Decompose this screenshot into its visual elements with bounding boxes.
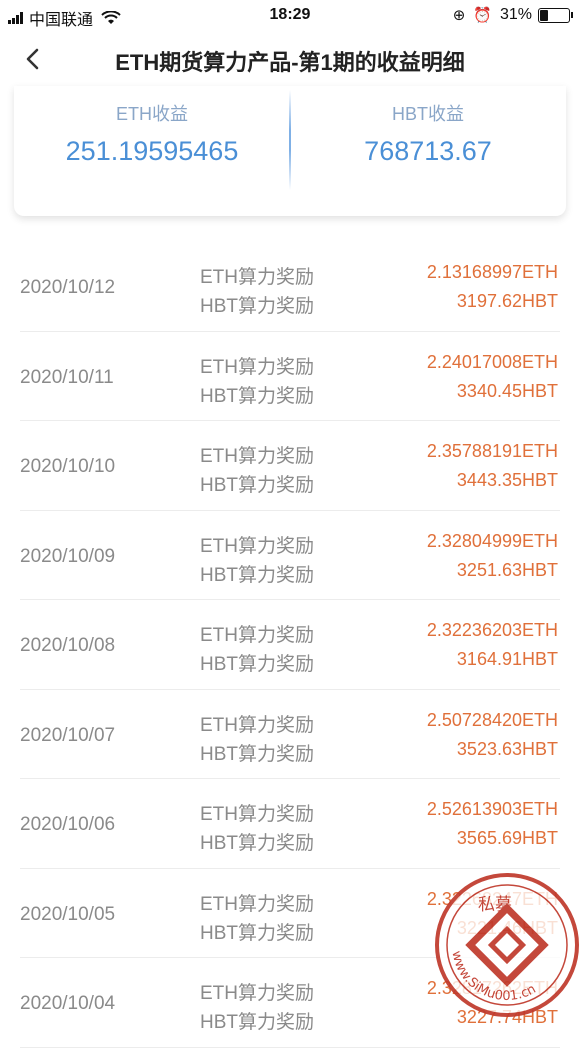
eth-reward-label: ETH算力奖励 bbox=[200, 983, 315, 1004]
record-date: 2020/10/09 bbox=[20, 545, 116, 567]
hbt-reward-label: HBT算力奖励 bbox=[200, 743, 315, 765]
record-date: 2020/10/11 bbox=[20, 366, 114, 388]
eth-summary: ETH收益 251.19595465 bbox=[14, 86, 290, 167]
eth-reward-value: 2.32236203ETH bbox=[426, 620, 558, 640]
eth-earnings-value: 251.19595465 bbox=[65, 136, 239, 166]
hbt-reward-value: 3251.63HBT bbox=[456, 559, 558, 580]
hbt-reward-value: 3443.35HBT bbox=[456, 470, 558, 490]
record-date: 2020/10/10 bbox=[20, 456, 116, 477]
watermark-chars: 私募 bbox=[478, 895, 512, 915]
earnings-record-row: 2020/10/12 ETH算力奖励 HBT算力奖励 2.13168997ETH 319… bbox=[0, 242, 580, 332]
eth-reward-value: 2.52613903ETH bbox=[426, 799, 558, 819]
rotation-lock-icon: ⊕ bbox=[452, 7, 466, 24]
eth-reward-label: ETH算力奖励 bbox=[200, 893, 315, 915]
battery-percent: 31% bbox=[499, 6, 532, 23]
record-date: 2020/10/04 bbox=[20, 993, 116, 1014]
eth-reward-label: ETH算力奖励 bbox=[200, 714, 315, 736]
hbt-earnings-value: 768713.67 bbox=[364, 136, 492, 166]
hbt-reward-label: HBT算力奖励 bbox=[200, 385, 315, 407]
eth-reward-value: 2.13168997ETH bbox=[426, 262, 558, 282]
earnings-record-row: 2020/10/08 ETH算力奖励 HBT算力奖励 2.32236203ETH 316… bbox=[0, 600, 580, 690]
earnings-record-row: 2020/10/10 ETH算力奖励 HBT算力奖励 2.35788191ETH 344… bbox=[0, 421, 580, 511]
hbt-reward-value: 3340.45HBT bbox=[456, 380, 558, 401]
eth-reward-label: ETH算力奖励 bbox=[200, 446, 315, 467]
earnings-record-row: 2020/10/06 ETH算力奖励 HBT算力奖励 2.52613903ETH 356… bbox=[0, 779, 580, 869]
earnings-record-row: 2020/10/07 ETH算力奖励 HBT算力奖励 2.50728420ETH 352… bbox=[0, 690, 580, 780]
eth-reward-label: ETH算力奖励 bbox=[200, 267, 315, 288]
hbt-reward-label: HBT算力奖励 bbox=[200, 475, 315, 496]
eth-reward-label: ETH算力奖励 bbox=[200, 625, 315, 646]
status-bar: 中国联通 18:29 ⊕ ⏰ 31% bbox=[0, 0, 580, 32]
status-right: ⊕ ⏰ 31% bbox=[452, 6, 573, 24]
record-date: 2020/10/12 bbox=[20, 277, 116, 298]
earnings-record-row: 2020/10/09 ETH算力奖励 HBT算力奖励 2.32804999ETH 325… bbox=[0, 511, 580, 601]
eth-reward-value: 2.32804999ETH bbox=[426, 530, 558, 551]
hbt-reward-label: HBT算力奖励 bbox=[200, 564, 315, 586]
record-date: 2020/10/06 bbox=[20, 814, 116, 835]
battery-fill bbox=[540, 9, 548, 21]
eth-reward-value: 2.50728420ETH bbox=[426, 709, 558, 730]
hbt-reward-value: 3565.69HBT bbox=[456, 828, 558, 848]
eth-reward-label: ETH算力奖励 bbox=[200, 356, 315, 378]
eth-earnings-label: ETH收益 bbox=[116, 104, 188, 124]
eth-reward-label: ETH算力奖励 bbox=[200, 804, 315, 825]
earnings-summary-card: ETH收益 251.19595465 HBT收益 768713.67 bbox=[14, 86, 566, 216]
record-date: 2020/10/07 bbox=[20, 724, 116, 746]
battery-icon bbox=[538, 7, 573, 23]
page-title: ETH期货算力产品-第1期的收益明细 bbox=[115, 50, 465, 75]
earnings-record-row: 2020/10/11 ETH算力奖励 HBT算力奖励 2.24017008ETH 334… bbox=[0, 332, 580, 422]
eth-reward-value: 2.35788191ETH bbox=[426, 441, 558, 461]
nav-bar: ETH期货算力产品-第1期的收益明细 bbox=[0, 32, 580, 86]
hbt-reward-value: 3523.63HBT bbox=[456, 738, 558, 759]
hbt-reward-label: HBT算力奖励 bbox=[200, 833, 315, 854]
hbt-reward-label: HBT算力奖励 bbox=[200, 922, 315, 944]
eth-reward-label: ETH算力奖励 bbox=[200, 535, 315, 557]
alarm-icon: ⏰ bbox=[473, 7, 492, 24]
hbt-reward-value: 3197.62HBT bbox=[456, 291, 558, 311]
hbt-reward-label: HBT算力奖励 bbox=[200, 654, 315, 675]
record-date: 2020/10/05 bbox=[20, 903, 116, 925]
record-date: 2020/10/08 bbox=[20, 635, 116, 656]
hbt-earnings-label: HBT收益 bbox=[392, 104, 464, 124]
hbt-reward-value: 3164.91HBT bbox=[456, 649, 558, 669]
hbt-summary: HBT收益 768713.67 bbox=[290, 86, 566, 167]
hbt-reward-label: HBT算力奖励 bbox=[200, 1012, 315, 1033]
eth-reward-value: 2.24017008ETH bbox=[426, 351, 558, 372]
hbt-reward-label: HBT算力奖励 bbox=[200, 296, 315, 317]
simu-watermark-seal: www.SiMu001.cn 私募 bbox=[435, 873, 579, 1017]
